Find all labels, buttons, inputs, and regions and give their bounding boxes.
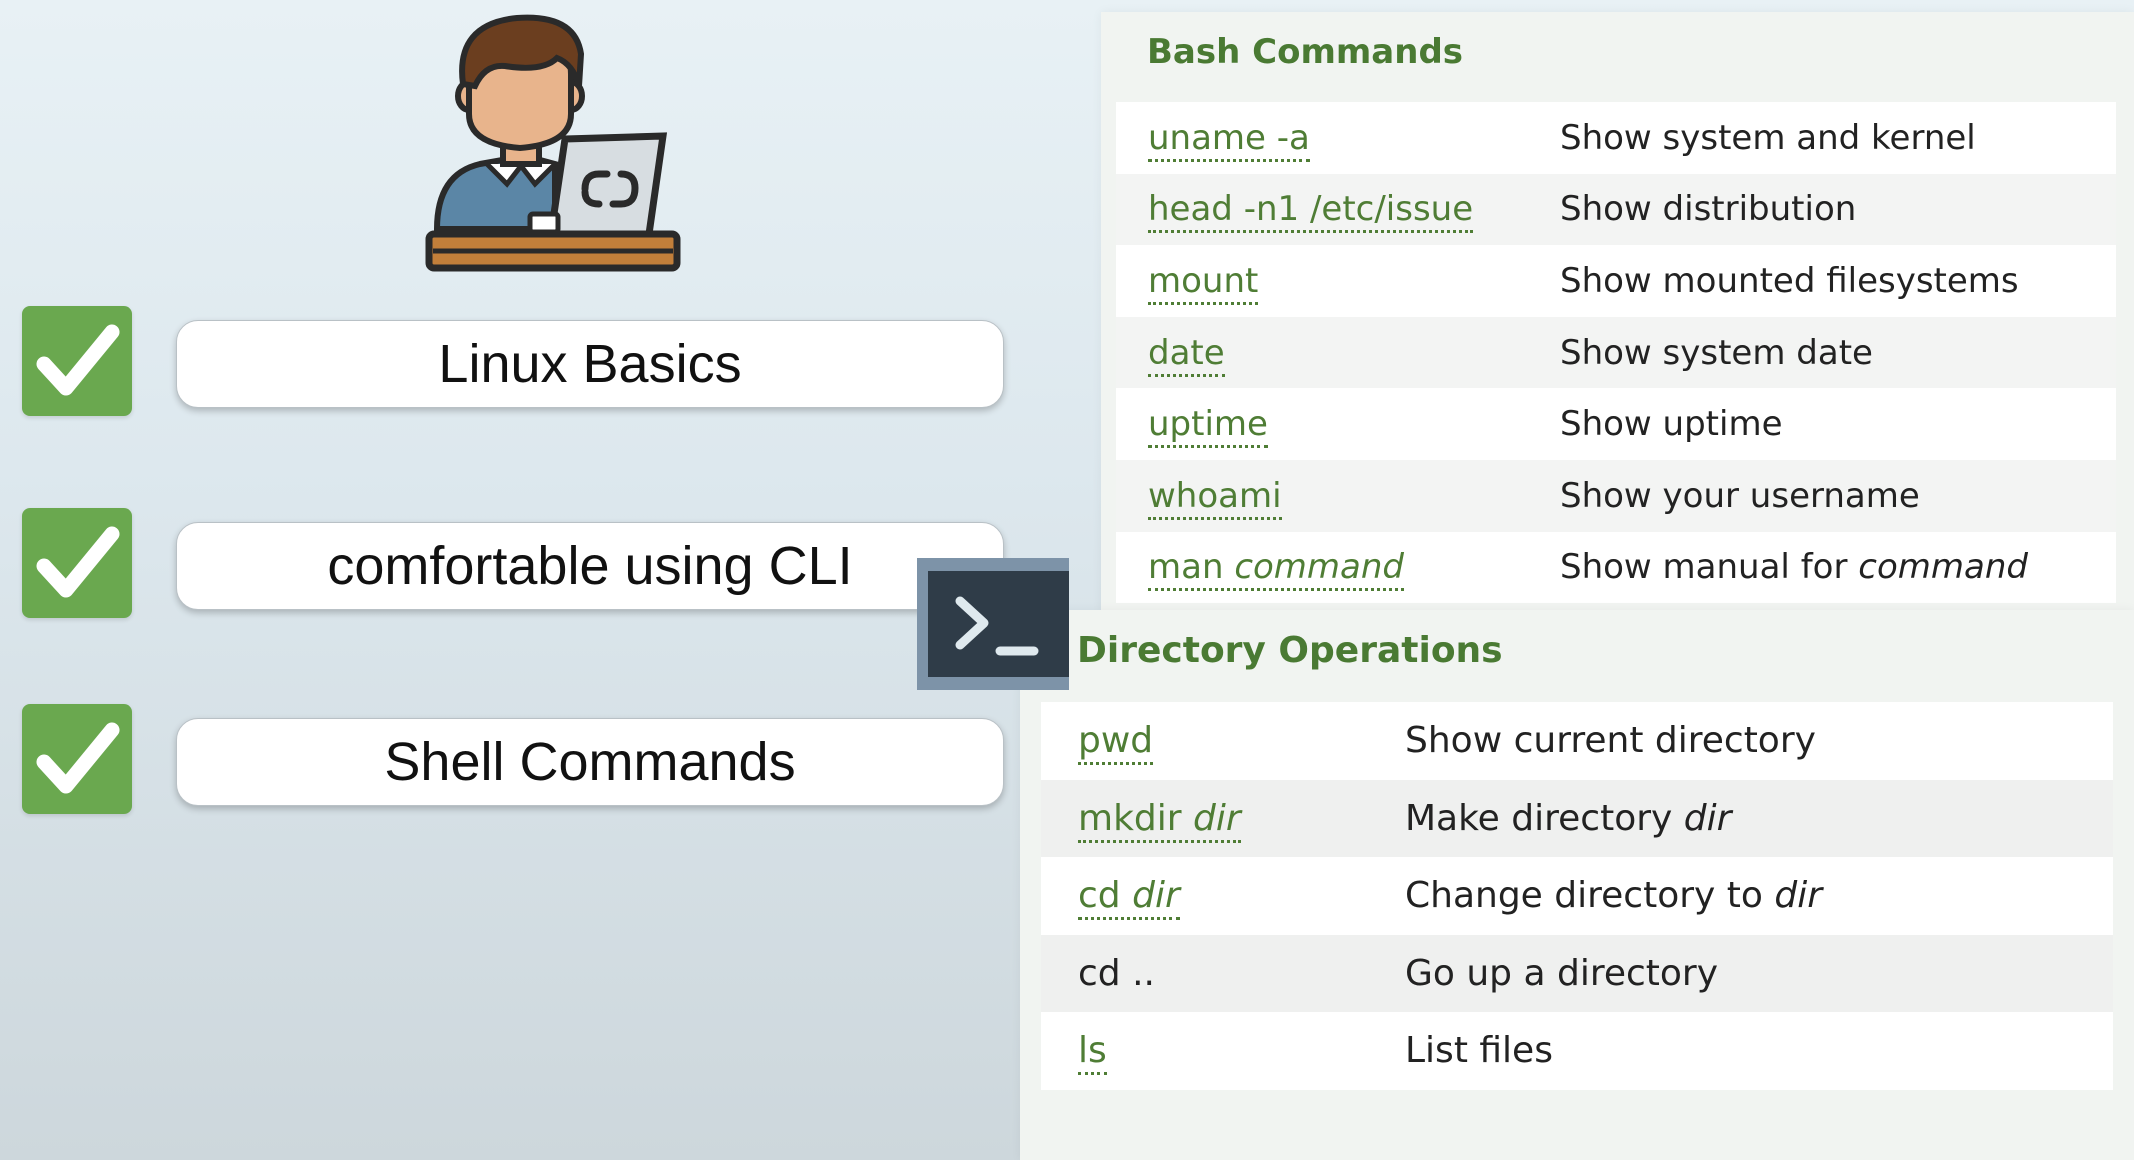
bash-commands-title: Bash Commands [1147,32,1464,72]
command-name: whoami [1148,475,1282,516]
table-row: uptime Show uptime [1116,388,2116,460]
description-argument: dir [1683,797,1732,839]
command-link[interactable]: head -n1 /etc/issue [1148,189,1474,234]
command-description: Show uptime [1560,388,2116,460]
terminal-prompt-icon [917,558,1069,690]
command-link[interactable]: pwd [1078,720,1154,766]
command-link[interactable]: uptime [1148,404,1268,449]
command-link[interactable]: date [1148,332,1225,377]
command-argument: command [1234,547,1405,588]
table-row: cd .. Go up a directory [1041,934,2113,1012]
table-row: cd dir Change directory to dir [1041,857,2113,935]
table-row: head -n1 /etc/issue Show distribution [1116,173,2116,246]
description-text: List files [1405,1030,1553,1072]
command-argument: dir [1193,797,1241,839]
command-name: mount [1148,260,1259,301]
description-text: Show current directory [1405,720,1816,762]
description-text: Show manual for [1560,547,1859,588]
bash-commands-table: uname -a Show system and kernel head -n1 /… [1116,102,2116,604]
description-text: Change directory to [1405,875,1775,917]
description-text: Show mounted filesystems [1560,260,2019,301]
command-link[interactable]: uname -a [1148,117,1310,162]
command-description: Make directory dir [1405,779,2113,857]
command-link[interactable]: mount [1148,260,1259,305]
checkmark-icon [22,508,132,618]
slide: Linux Basics comfortable using CLI Shell… [0,0,2134,1160]
description-text: Go up a directory [1405,952,1719,994]
table-row: man command Show manual for command [1116,532,2116,604]
command-name: uptime [1148,404,1268,445]
command-description: List files [1405,1012,2113,1090]
command-description: Show distribution [1560,173,2116,246]
description-text: Show uptime [1560,404,1783,445]
command-name: cd .. [1078,952,1155,994]
description-text: Show system and kernel [1560,117,1976,158]
table-row: ls List files [1041,1012,2113,1090]
person-at-laptop-icon [425,14,705,274]
command-description: Show system and kernel [1560,102,2116,174]
table-row: mount Show mounted filesystems [1116,245,2116,317]
command-name: pwd [1078,720,1154,762]
command-name: uname -a [1148,117,1310,158]
bash-commands-panel: Bash Commands uname -a Show system and ke… [1101,12,2134,612]
command-link[interactable]: ls [1078,1030,1107,1076]
description-text: Show your username [1560,475,1920,516]
directory-operations-panel: Directory Operations pwd Show current dir… [1020,610,2134,1160]
description-text: Show system date [1560,332,1873,373]
command-name: ls [1078,1030,1107,1072]
command-name: head -n1 /etc/issue [1148,189,1474,230]
checklist-item-cli: comfortable using CLI [176,522,1004,610]
command-name: mkdir [1078,797,1194,839]
table-row: uname -a Show system and kernel [1116,102,2116,174]
table-row: date Show system date [1116,316,2116,389]
directory-operations-table: pwd Show current directory mkdir dir Make d… [1041,702,2113,1090]
checkmark-icon [22,704,132,814]
command-link[interactable]: man command [1148,547,1405,592]
description-argument: dir [1774,875,1823,917]
checklist-item-label: comfortable using CLI [327,536,853,596]
directory-operations-title: Directory Operations [1077,630,1503,671]
command-link[interactable]: whoami [1148,475,1282,520]
command-description: Go up a directory [1405,934,2113,1012]
command-description: Show manual for command [1560,532,2116,604]
description-text: Make directory [1405,797,1684,839]
checklist-item-label: Linux Basics [438,334,742,394]
checklist-item-label: Shell Commands [384,732,796,792]
checkmark-icon [22,306,132,416]
description-text: Show distribution [1560,189,1857,230]
command-link[interactable]: cd dir [1078,875,1180,921]
checklist-item-shell-commands: Shell Commands [176,718,1004,806]
command-description: Change directory to dir [1405,857,2113,935]
command-link[interactable]: mkdir dir [1078,797,1241,843]
command-name: man [1148,547,1235,588]
command-description: Show current directory [1405,702,2113,780]
table-row: mkdir dir Make directory dir [1041,779,2113,857]
command-description: Show your username [1560,459,2116,532]
command-argument: dir [1132,875,1180,917]
command-name: date [1148,332,1225,373]
command-name: cd [1078,875,1133,917]
command-text: cd .. [1078,953,1155,994]
checklist-item-linux-basics: Linux Basics [176,320,1004,408]
command-description: Show mounted filesystems [1560,245,2116,317]
command-description: Show system date [1560,316,2116,389]
table-row: pwd Show current directory [1041,702,2113,780]
table-row: whoami Show your username [1116,459,2116,532]
description-argument: command [1858,547,2028,588]
